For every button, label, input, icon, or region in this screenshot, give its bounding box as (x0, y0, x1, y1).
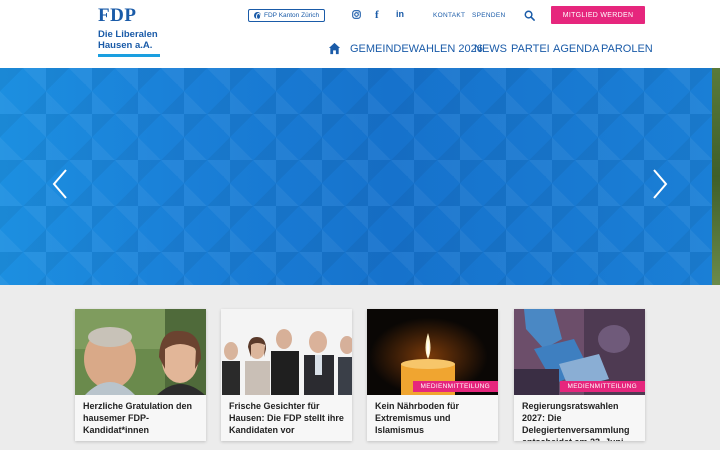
spenden-link[interactable]: SPENDEN (472, 12, 506, 19)
instagram-icon[interactable] (352, 10, 361, 19)
kanton-link-button[interactable]: FDP Kanton Zürich (248, 9, 326, 22)
card-title: Regierungsratswahlen 2027: Die Delegiert… (522, 401, 630, 441)
news-card[interactable]: MEDIENMITTEILUNG Kein Nährboden für Extr… (367, 309, 498, 441)
search-icon[interactable] (524, 10, 535, 21)
card-title: Herzliche Gratulation den hausemer FDP-K… (83, 401, 193, 435)
kanton-link-label: FDP Kanton Zürich (264, 12, 320, 19)
globe-icon (254, 12, 261, 20)
logo-line-2: Hausen a.A. (98, 40, 153, 51)
become-member-button[interactable]: MITGLIED WERDEN (551, 6, 645, 24)
card-image (221, 309, 352, 395)
chevron-left-icon[interactable] (52, 168, 68, 200)
hero-slider (0, 68, 712, 285)
linkedin-icon[interactable]: in (396, 9, 404, 19)
site-header: FDP Die Liberalen Hausen a.A. FDP Kanton… (0, 0, 720, 68)
chevron-right-icon[interactable] (652, 168, 668, 200)
card-image (75, 309, 206, 395)
site-logo[interactable]: FDP Die Liberalen Hausen a.A. (98, 6, 160, 57)
next-slide-preview (712, 68, 720, 285)
nav-item-gemeindewahlen[interactable]: GEMEINDEWAHLEN 2026 (350, 43, 483, 55)
logo-wordmark: FDP (98, 5, 137, 26)
logo-underline (98, 54, 160, 57)
card-badge: MEDIENMITTEILUNG (412, 381, 498, 392)
news-card[interactable]: Frische Gesichter für Hausen: Die FDP st… (221, 309, 352, 441)
card-title: Frische Gesichter für Hausen: Die FDP st… (229, 401, 344, 435)
nav-item-parolen[interactable]: PAROLEN (601, 43, 653, 55)
nav-item-news[interactable]: NEWS (474, 43, 507, 55)
nav-item-partei[interactable]: PARTEI (511, 43, 550, 55)
facebook-icon[interactable]: f (375, 9, 379, 21)
kontakt-link[interactable]: KONTAKT (433, 12, 465, 19)
news-card[interactable]: MEDIENMITTEILUNG Regierungsratswahlen 20… (514, 309, 645, 441)
news-card[interactable]: Herzliche Gratulation den hausemer FDP-K… (75, 309, 206, 441)
nav-item-agenda[interactable]: AGENDA (553, 43, 599, 55)
card-title: Kein Nährboden für Extremismus und Islam… (375, 401, 460, 435)
logo-line-1: Die Liberalen (98, 29, 158, 40)
card-badge: MEDIENMITTEILUNG (559, 381, 645, 392)
home-icon[interactable] (328, 42, 341, 55)
